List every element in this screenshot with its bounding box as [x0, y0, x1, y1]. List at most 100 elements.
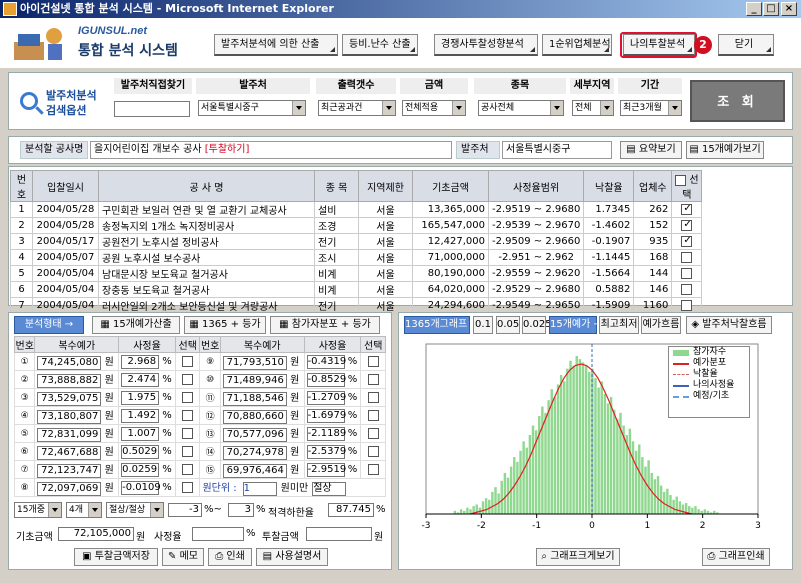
rate-value[interactable]: -0.4319: [306, 354, 346, 369]
manual-button[interactable]: ▤ 사용설명서: [256, 548, 328, 566]
top-company-button[interactable]: 1순위업체분석: [542, 34, 612, 56]
price-checkbox[interactable]: [182, 463, 194, 475]
max-min-button[interactable]: 최고최저: [599, 316, 639, 334]
price-value[interactable]: 72,831,099: [37, 428, 102, 442]
base-amount-input[interactable]: 72,105,000: [58, 527, 134, 541]
enlarge-graph-button[interactable]: ⌕ 그래프크게보기: [536, 548, 620, 566]
price-value[interactable]: 73,529,075: [37, 392, 102, 406]
price-value[interactable]: 71,793,510: [222, 356, 287, 370]
row-checkbox[interactable]: [681, 203, 693, 215]
select-all-checkbox[interactable]: [675, 174, 687, 186]
price-value[interactable]: 69,976,464: [222, 464, 287, 478]
search-button[interactable]: 조 회: [690, 80, 785, 122]
price-checkbox[interactable]: [182, 391, 194, 403]
price-flow-button[interactable]: 예가흐름: [641, 316, 681, 334]
calc-15-button[interactable]: ▦ 15개예가산출: [92, 316, 180, 334]
rounding-mode-select[interactable]: 절상: [312, 482, 347, 496]
price-value[interactable]: 71,489,946: [222, 374, 287, 388]
rate-value[interactable]: -1.6979: [306, 408, 346, 423]
table-row[interactable]: 2 2004/05/28 송정녹지외 1개소 녹지정비공사 조경 서울 165,547,0…: [10, 217, 703, 234]
rate-input[interactable]: [192, 527, 244, 541]
price-value[interactable]: 73,888,882: [37, 374, 102, 388]
rate-value[interactable]: -2.1189: [306, 426, 346, 441]
price-checkbox[interactable]: [182, 355, 194, 367]
agency-flow-button[interactable]: ◈ 발주처낙찰흐름: [686, 316, 772, 334]
row-checkbox[interactable]: [681, 235, 693, 247]
price-value[interactable]: 70,880,660: [222, 410, 287, 424]
price-checkbox[interactable]: [182, 481, 194, 493]
price-checkbox[interactable]: [182, 373, 194, 385]
price-value[interactable]: 72,097,069: [37, 482, 102, 496]
price-value[interactable]: 71,188,546: [222, 392, 287, 406]
participant-dist-button[interactable]: ▦ 참가자분포 + 등가: [270, 316, 380, 334]
rate-value[interactable]: -2.9519: [306, 462, 346, 477]
table-row[interactable]: 3 2004/05/17 공원전기 노후시설 정비공사 전기 서울 12,427,000-…: [10, 233, 703, 250]
row-checkbox[interactable]: [681, 299, 693, 311]
rate-value[interactable]: 1.007: [121, 426, 160, 441]
summary-button[interactable]: ▤ 요약보기: [620, 141, 682, 159]
adequate-value[interactable]: 87.745: [328, 503, 374, 517]
row-checkbox[interactable]: [681, 267, 693, 279]
ratio-random-button[interactable]: 등비.난수 산출: [342, 34, 418, 56]
memo-button[interactable]: ✎ 메모: [162, 548, 204, 566]
minimize-button[interactable]: _: [746, 2, 762, 16]
row-checkbox[interactable]: [681, 219, 693, 231]
agency-analysis-button[interactable]: 발주처분석에 의한 산출: [214, 34, 338, 56]
row-checkbox[interactable]: [681, 251, 693, 263]
rate-value[interactable]: 2.968: [121, 354, 160, 369]
save-bid-button[interactable]: ▣ 투찰금액저장: [74, 548, 158, 566]
rate-value[interactable]: 1.975: [121, 390, 160, 405]
analysis-type-button[interactable]: 분석형태 →: [14, 316, 84, 334]
price-checkbox[interactable]: [367, 445, 379, 457]
price-value[interactable]: 72,123,747: [37, 464, 102, 478]
step-01-button[interactable]: 0.1: [473, 316, 493, 334]
count-of-select[interactable]: 15개중: [14, 502, 62, 518]
agency-select[interactable]: 서울특별시중구: [198, 100, 306, 116]
price-checkbox[interactable]: [182, 427, 194, 439]
rate-value[interactable]: -0.0109: [121, 480, 161, 495]
graph-15-button[interactable]: 15개예가 →: [549, 316, 602, 334]
range-from-input[interactable]: -3: [168, 503, 202, 517]
price-checkbox[interactable]: [182, 409, 194, 421]
amount-select[interactable]: 전체적용: [402, 100, 466, 116]
rate-value[interactable]: 0.0259: [121, 462, 160, 477]
price-value[interactable]: 70,577,096: [222, 428, 287, 442]
table-row[interactable]: 1 2004/05/28 구민회관 보일러 연관 및 열 교환기 교체공사 설비 서울 1…: [10, 201, 703, 218]
unit-select[interactable]: 1: [242, 482, 277, 496]
step-005-button[interactable]: 0.05: [496, 316, 520, 334]
close-button[interactable]: 닫기: [718, 34, 774, 56]
competitor-analysis-button[interactable]: 경쟁사투찰성향분석: [434, 34, 538, 56]
bid-link[interactable]: [투찰하기]: [205, 144, 250, 155]
bid-amount-input[interactable]: [306, 527, 372, 541]
maximize-button[interactable]: □: [763, 2, 779, 16]
table-row[interactable]: 5 2004/05/04 남대문시장 보도육교 철거공사 비계 서울 80,190,000…: [10, 265, 703, 282]
price-value[interactable]: 73,180,807: [37, 410, 102, 424]
rate-value[interactable]: 1.492: [121, 408, 160, 423]
close-window-button[interactable]: ×: [781, 2, 797, 16]
price-checkbox[interactable]: [367, 409, 379, 421]
price-checkbox[interactable]: [367, 463, 379, 475]
category-select[interactable]: 공사전체: [478, 100, 564, 116]
rounding-select[interactable]: 절상/절상: [106, 502, 164, 518]
rate-value[interactable]: 0.5029: [121, 444, 160, 459]
rate-value[interactable]: -0.8529: [306, 372, 346, 387]
price-value[interactable]: 72,467,688: [37, 446, 102, 460]
price-checkbox[interactable]: [367, 355, 379, 367]
range-to-input[interactable]: 3: [228, 503, 254, 517]
print-graph-button[interactable]: ⎙ 그래프인쇄: [702, 548, 770, 566]
view-15-price-button[interactable]: ▤ 15개예가보기: [686, 141, 764, 159]
row-checkbox[interactable]: [681, 283, 693, 295]
pick-count-select[interactable]: 4개: [66, 502, 102, 518]
rate-value[interactable]: 2.474: [121, 372, 160, 387]
price-checkbox[interactable]: [182, 445, 194, 457]
print-button[interactable]: ⎙ 인쇄: [208, 548, 252, 566]
count-select[interactable]: 최근공과건: [318, 100, 396, 116]
calc-1365-button[interactable]: ▦ 1365 + 등가: [184, 316, 266, 334]
period-select[interactable]: 최근3개월: [620, 100, 682, 116]
price-checkbox[interactable]: [367, 427, 379, 439]
price-value[interactable]: 70,274,978: [222, 446, 287, 460]
table-row[interactable]: 4 2004/05/07 공원 노후시설 보수공사 조시 서울 71,000,000 -2.…: [10, 249, 703, 266]
rate-value[interactable]: -2.5379: [306, 444, 346, 459]
region-select[interactable]: 전체: [572, 100, 614, 116]
rate-value[interactable]: -1.2709: [306, 390, 346, 405]
